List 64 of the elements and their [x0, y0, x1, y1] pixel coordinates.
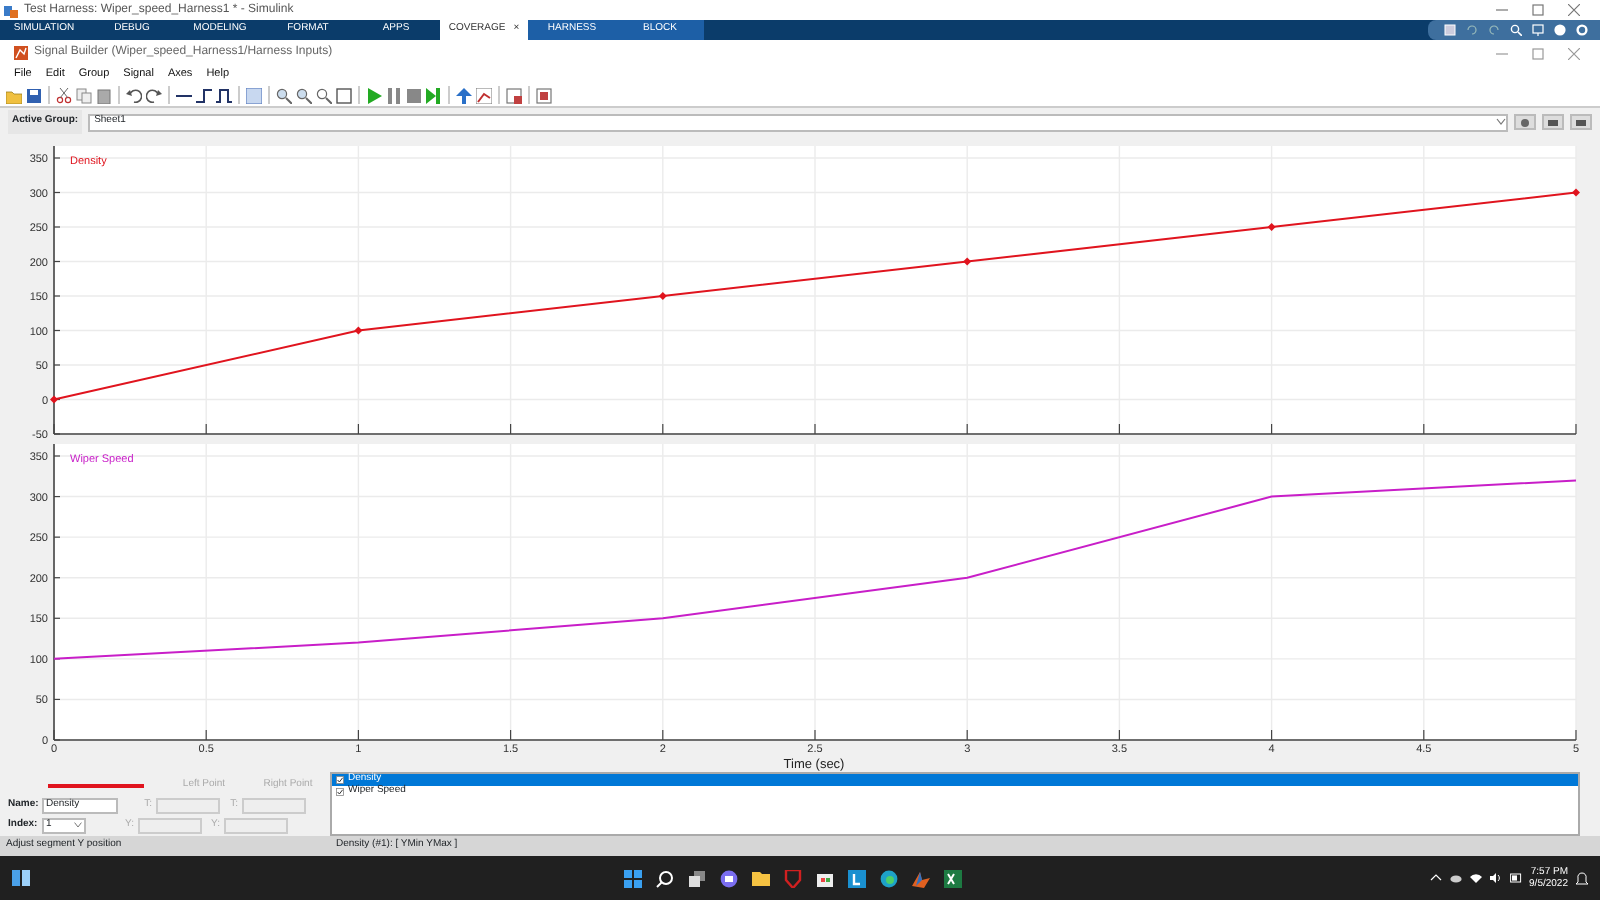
undo-icon[interactable] — [126, 87, 142, 103]
pause-icon[interactable] — [386, 87, 402, 103]
chart-window-icon — [14, 46, 28, 60]
shield-icon[interactable] — [784, 869, 802, 887]
app-icon — [4, 3, 18, 17]
save-icon[interactable] — [1444, 24, 1456, 36]
group-settings-button[interactable] — [1514, 114, 1536, 130]
zoom-icon[interactable] — [316, 87, 332, 103]
window-icon[interactable] — [506, 87, 522, 103]
copy-icon[interactable] — [76, 87, 92, 103]
battery-icon[interactable] — [1509, 872, 1522, 884]
caret-icon — [1496, 118, 1506, 126]
cloud-icon[interactable] — [1449, 872, 1462, 884]
point-marker — [963, 257, 972, 266]
line-style-sample — [48, 783, 144, 787]
redo-icon[interactable] — [146, 87, 162, 103]
point-field[interactable] — [224, 817, 288, 833]
point-field[interactable] — [138, 817, 202, 833]
panel-button[interactable] — [1570, 114, 1592, 130]
fit-icon[interactable] — [336, 87, 352, 103]
close-icon[interactable] — [1568, 4, 1580, 16]
monitor-icon[interactable] — [1532, 24, 1544, 36]
widgets-icon[interactable] — [12, 870, 30, 886]
step-forward-icon[interactable] — [426, 87, 442, 103]
checkbox-icon[interactable] — [336, 788, 344, 796]
stop-icon[interactable] — [406, 87, 422, 103]
zoom-icon[interactable] — [296, 87, 312, 103]
task-view-icon[interactable] — [688, 869, 706, 887]
panel-button[interactable] — [1542, 114, 1564, 130]
save-icon[interactable] — [26, 87, 42, 103]
point-field[interactable] — [156, 797, 220, 813]
cut-icon[interactable] — [56, 87, 72, 103]
start-icon[interactable] — [624, 869, 642, 887]
search-icon[interactable] — [656, 869, 674, 887]
step-icon[interactable] — [196, 87, 212, 103]
maximize-icon[interactable] — [1532, 4, 1544, 16]
pulse-icon[interactable] — [216, 87, 232, 103]
notification-icon[interactable] — [1576, 871, 1588, 885]
peak-icon[interactable] — [912, 869, 930, 887]
checkbox-icon[interactable] — [336, 776, 344, 784]
arrow-up-icon[interactable] — [456, 87, 472, 103]
browser-icon[interactable] — [880, 869, 898, 887]
folder-icon[interactable] — [752, 869, 770, 887]
speaker-icon[interactable] — [1489, 872, 1502, 884]
store-icon[interactable] — [816, 869, 834, 887]
chat-icon[interactable] — [720, 869, 738, 887]
bar-icon — [1576, 119, 1586, 125]
bar-icon — [1548, 119, 1558, 125]
point-field[interactable] — [242, 797, 306, 813]
zoom-icon[interactable] — [276, 87, 292, 103]
letter-tile-icon[interactable] — [848, 869, 866, 887]
wifi-icon[interactable] — [1469, 872, 1482, 884]
point-marker — [1267, 223, 1276, 231]
point-marker — [658, 292, 667, 300]
spreadsheet-icon[interactable] — [944, 869, 962, 887]
point-marker — [354, 326, 363, 335]
point-marker — [1572, 188, 1580, 197]
window-icon[interactable] — [536, 87, 552, 103]
close-icon[interactable] — [1568, 47, 1580, 59]
settings-icon[interactable] — [1576, 24, 1588, 36]
chart-icon[interactable] — [476, 87, 492, 103]
point-marker — [50, 395, 58, 404]
caret-icon — [74, 822, 82, 828]
chevron-icon[interactable] — [1429, 872, 1442, 884]
